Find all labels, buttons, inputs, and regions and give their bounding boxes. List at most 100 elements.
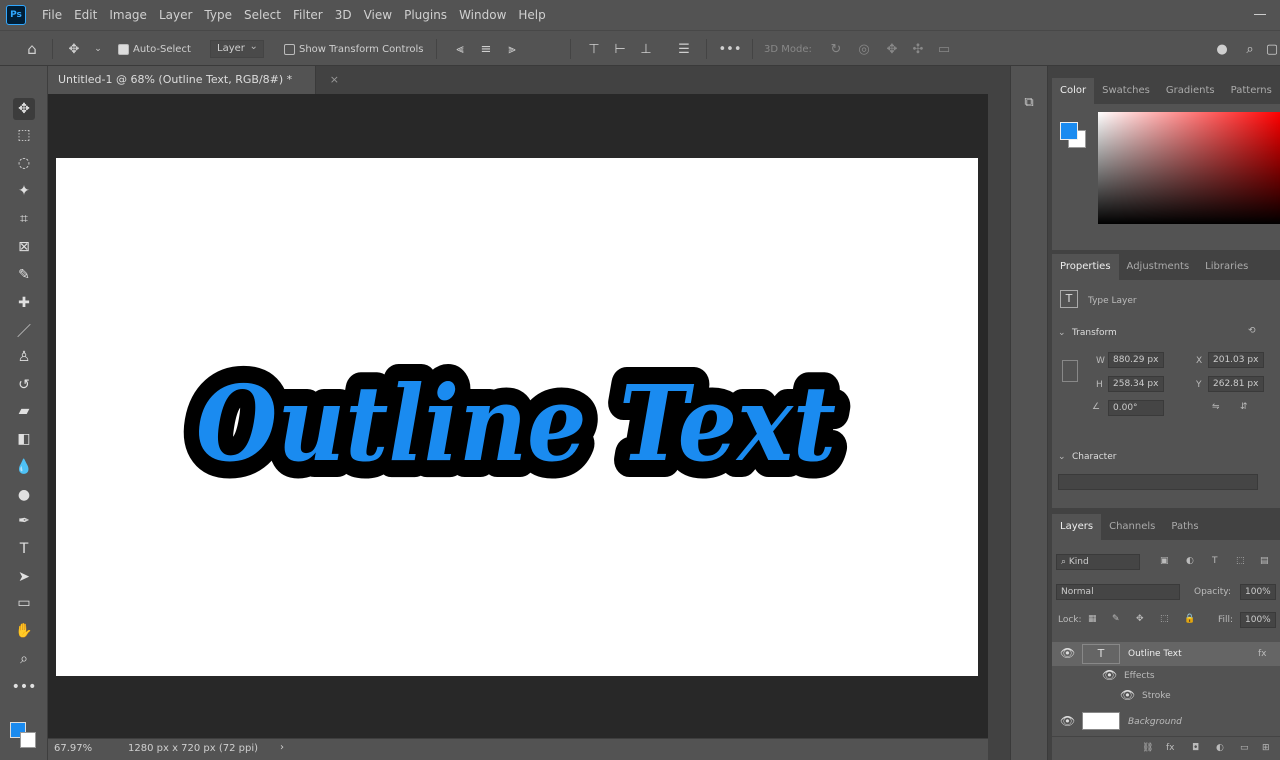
flip-horizontal-icon[interactable]: ⇋	[1212, 402, 1220, 412]
pen-tool-icon[interactable]: ✒	[13, 510, 35, 532]
lock-transparency-icon[interactable]: ▦	[1088, 614, 1097, 624]
layer-row-stroke[interactable]: 👁 Stroke	[1052, 686, 1280, 706]
3d-rotate-icon[interactable]: ↻	[828, 41, 844, 57]
tab-properties[interactable]: Properties	[1052, 254, 1119, 280]
panel-foreground-swatch[interactable]	[1060, 122, 1078, 140]
type-tool-icon[interactable]: T	[13, 538, 35, 560]
tab-swatches[interactable]: Swatches	[1094, 78, 1158, 104]
user-icon[interactable]: ●	[1214, 41, 1230, 57]
fx-icon[interactable]: fx	[1166, 743, 1175, 753]
filter-shape-icon[interactable]: ⬚	[1236, 556, 1245, 566]
menu-3d[interactable]: 3D	[329, 8, 358, 22]
minimize-icon[interactable]	[1252, 6, 1268, 22]
opacity-field[interactable]: 100%	[1240, 584, 1276, 600]
eraser-icon[interactable]: ▰	[13, 400, 35, 422]
fill-field[interactable]: 100%	[1240, 612, 1276, 628]
move-tool-icon[interactable]: ✥	[13, 98, 35, 120]
chevron-right-icon[interactable]: ›	[280, 742, 284, 753]
layer-name[interactable]: Outline Text	[1128, 649, 1182, 659]
folder-icon[interactable]: ▭	[1240, 743, 1249, 753]
height-field[interactable]: 258.34 px	[1108, 376, 1164, 392]
color-picker-field[interactable]	[1098, 112, 1280, 224]
chevron-down-icon[interactable]: ⌄	[1058, 452, 1066, 462]
3d-slide-icon[interactable]: ✣	[910, 41, 926, 57]
checkbox-unchecked[interactable]	[284, 43, 295, 55]
checkbox-checked[interactable]	[118, 43, 129, 55]
lock-artboard-icon[interactable]: ⬚	[1160, 614, 1169, 624]
paint-bucket-icon[interactable]: ◧	[13, 428, 35, 450]
menu-image[interactable]: Image	[103, 8, 153, 22]
tab-color[interactable]: Color	[1052, 78, 1095, 104]
align-middle-icon[interactable]: ⊢	[612, 41, 628, 57]
reset-icon[interactable]: ⟲	[1248, 326, 1256, 336]
font-dropdown[interactable]	[1058, 474, 1258, 490]
home-icon[interactable]: ⌂	[24, 40, 40, 58]
new-layer-icon[interactable]: ⊞	[1262, 743, 1270, 753]
menu-plugins[interactable]: Plugins	[398, 8, 453, 22]
workspace-icon[interactable]: ▢	[1264, 41, 1280, 57]
mask-icon[interactable]: ◘	[1192, 743, 1199, 753]
eye-icon[interactable]: 👁	[1060, 714, 1075, 728]
blend-mode-dropdown[interactable]: Normal	[1056, 584, 1180, 600]
tab-libraries[interactable]: Libraries	[1197, 254, 1256, 280]
rectangle-tool-icon[interactable]: ▭	[13, 592, 35, 614]
chevron-down-icon[interactable]: ⌄	[90, 41, 106, 57]
layer-row-outline-text[interactable]: 👁 T Outline Text fx	[1052, 642, 1280, 666]
menu-layer[interactable]: Layer	[153, 8, 198, 22]
layer-dropdown-value[interactable]: Layer	[210, 39, 264, 58]
tab-adjustments[interactable]: Adjustments	[1119, 254, 1198, 280]
menu-type[interactable]: Type	[198, 8, 238, 22]
lock-all-icon[interactable]: 🔒	[1184, 614, 1195, 624]
tab-patterns[interactable]: Patterns	[1223, 78, 1280, 104]
document-tab[interactable]: Untitled-1 @ 68% (Outline Text, RGB/8#) …	[48, 66, 339, 94]
menu-select[interactable]: Select	[238, 8, 287, 22]
tab-gradients[interactable]: Gradients	[1158, 78, 1223, 104]
eye-icon[interactable]: 👁	[1060, 646, 1075, 660]
document-canvas[interactable]: Outline Text Outline Text	[56, 158, 978, 676]
blur-tool-icon[interactable]: 💧	[13, 456, 35, 478]
magic-wand-icon[interactable]: ✦	[13, 180, 35, 202]
menu-file[interactable]: File	[36, 8, 68, 22]
history-panel-icon[interactable]: ⧉	[1021, 94, 1037, 110]
marquee-tool-icon[interactable]: ⬚	[13, 124, 35, 146]
zoom-level[interactable]: 67.97%	[54, 743, 92, 754]
distribute-icon[interactable]: ☰	[676, 41, 692, 57]
filter-adjust-icon[interactable]: ◐	[1186, 556, 1194, 566]
align-top-icon[interactable]: ⊤	[586, 41, 602, 57]
layer-row-background[interactable]: 👁 Background	[1052, 710, 1280, 734]
tab-paths[interactable]: Paths	[1163, 514, 1206, 540]
align-right-icon[interactable]: ⫸	[504, 41, 520, 57]
width-field[interactable]: 880.29 px	[1108, 352, 1164, 368]
menu-filter[interactable]: Filter	[287, 8, 329, 22]
eye-icon[interactable]: 👁	[1102, 668, 1117, 682]
layer-row-effects[interactable]: 👁 Effects	[1052, 666, 1280, 686]
filter-type-icon[interactable]: T	[1212, 556, 1218, 566]
auto-select-checkbox[interactable]: Auto-Select	[118, 40, 191, 58]
flip-vertical-icon[interactable]: ⇵	[1240, 402, 1248, 412]
clone-stamp-icon[interactable]: ♙	[13, 346, 35, 368]
menu-edit[interactable]: Edit	[68, 8, 103, 22]
link-layers-icon[interactable]: ⛓	[1142, 743, 1153, 753]
menu-view[interactable]: View	[358, 8, 398, 22]
brush-tool-icon[interactable]: ／	[13, 320, 35, 342]
3d-roll-icon[interactable]: ◎	[856, 41, 872, 57]
more-tools-icon[interactable]: •••	[12, 676, 37, 698]
filter-pixel-icon[interactable]: ▣	[1160, 556, 1169, 566]
background-color-swatch[interactable]	[20, 732, 36, 748]
3d-drag-icon[interactable]: ✥	[884, 41, 900, 57]
hand-tool-icon[interactable]: ✋	[13, 620, 35, 642]
search-icon[interactable]: ⌕	[1242, 41, 1258, 57]
frame-tool-icon[interactable]: ⊠	[13, 236, 35, 258]
menu-help[interactable]: Help	[512, 8, 551, 22]
menu-window[interactable]: Window	[453, 8, 512, 22]
tab-layers[interactable]: Layers	[1052, 514, 1102, 540]
path-select-icon[interactable]: ➤	[13, 566, 35, 588]
x-field[interactable]: 201.03 px	[1208, 352, 1264, 368]
crop-tool-icon[interactable]: ⌗	[13, 208, 35, 230]
eye-icon[interactable]: 👁	[1120, 688, 1135, 702]
y-field[interactable]: 262.81 px	[1208, 376, 1264, 392]
filter-smart-icon[interactable]: ▤	[1260, 556, 1269, 566]
chevron-down-icon[interactable]: ⌄	[1058, 328, 1066, 338]
vertical-scrollbar[interactable]	[988, 66, 1010, 760]
lock-position-icon[interactable]: ✥	[1136, 614, 1144, 624]
